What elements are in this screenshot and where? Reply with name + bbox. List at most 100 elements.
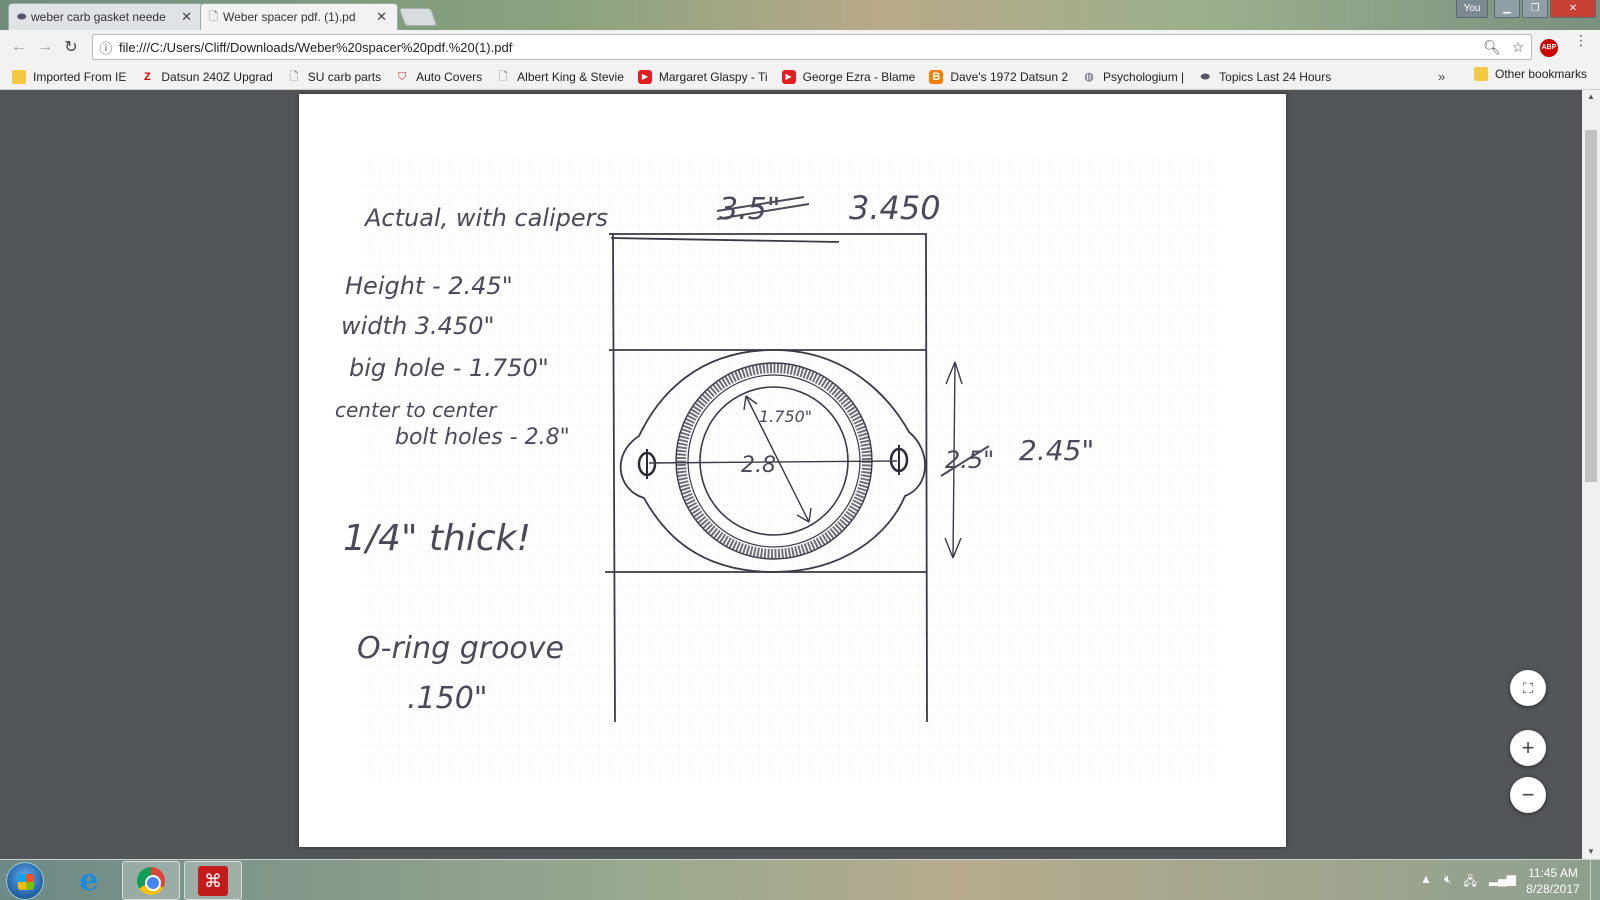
scroll-thumb[interactable] bbox=[1585, 130, 1597, 482]
acrobat-icon: ⌘ bbox=[198, 866, 228, 896]
profile-button[interactable]: You bbox=[1456, 0, 1488, 18]
width-value-text: 3.450 bbox=[849, 189, 941, 227]
zoom-out-button[interactable]: − bbox=[1510, 777, 1546, 813]
volume-muted-icon[interactable]: 🔇︎ bbox=[1444, 872, 1452, 893]
chrome-icon bbox=[137, 867, 165, 895]
tab-weber-carb-gasket[interactable]: ⬬ weber carb gasket neede ✕ bbox=[8, 3, 203, 30]
fit-page-button[interactable]: ⛶ bbox=[1510, 670, 1546, 706]
drawing-title: Actual, with calipers bbox=[363, 204, 608, 232]
pdf-viewer: Actual, with calipers 3.5" 3.450 Height … bbox=[0, 90, 1600, 859]
bookmark-margaret-glaspy[interactable]: ▶ Margaret Glaspy - Ti bbox=[637, 69, 768, 84]
note-width: width 3.450" bbox=[341, 312, 495, 340]
folder-icon bbox=[12, 69, 26, 84]
bookmark-auto-covers[interactable]: ⛉ Auto Covers bbox=[395, 70, 482, 84]
graph-paper-grid bbox=[362, 156, 1219, 784]
show-desktop-button[interactable] bbox=[1590, 860, 1600, 900]
bookmark-label: Albert King & Stevie bbox=[517, 69, 624, 84]
oring-value: .150" bbox=[407, 681, 488, 716]
tab-title: weber carb gasket neede bbox=[31, 10, 166, 24]
forward-button[interactable]: → bbox=[32, 38, 58, 56]
bookmarks-bar: Imported From IE Z Datsun 240Z Upgrad 🗋 … bbox=[0, 64, 1600, 90]
bookmark-george-ezra[interactable]: ▶ George Ezra - Blame bbox=[781, 69, 916, 84]
bookmark-albert-king[interactable]: 🗋 Albert King & Stevie bbox=[496, 70, 624, 84]
windows-logo-icon bbox=[18, 874, 34, 890]
thickness-note: 1/4" thick! bbox=[343, 518, 531, 559]
bookmark-label: Auto Covers bbox=[416, 69, 483, 84]
close-icon[interactable]: ✕ bbox=[376, 9, 387, 25]
bookmark-label: George Ezra - Blame bbox=[802, 69, 916, 84]
page-icon: 🗋 bbox=[209, 11, 218, 23]
bookmark-su-carb-parts[interactable]: 🗋 SU carb parts bbox=[287, 70, 381, 84]
bookmark-datsun-240z[interactable]: Z Datsun 240Z Upgrad bbox=[140, 69, 273, 84]
height-value-text: 2.45" bbox=[1019, 434, 1094, 467]
oval-icon: ⬬ bbox=[1200, 70, 1210, 83]
oring-label: O-ring groove bbox=[357, 631, 564, 666]
start-button[interactable] bbox=[6, 862, 44, 900]
tray-expand-icon[interactable]: ▲ bbox=[1420, 872, 1432, 893]
close-window-button[interactable]: ✕ bbox=[1550, 0, 1596, 18]
network-icon[interactable]: 🖧 bbox=[1463, 872, 1476, 893]
bookmark-label: Imported From IE bbox=[33, 69, 127, 84]
taskbar-acrobat[interactable]: ⌘ bbox=[184, 861, 242, 900]
minimize-button[interactable]: ▁ bbox=[1494, 0, 1520, 18]
bookmark-label: Margaret Glaspy - Ti bbox=[658, 69, 768, 84]
bookmark-topics-last-24[interactable]: ⬬ Topics Last 24 Hours bbox=[1198, 70, 1331, 84]
system-clock[interactable]: 11:45 AM 8/28/2017 bbox=[1520, 865, 1586, 897]
new-tab-button[interactable] bbox=[398, 8, 438, 26]
taskbar-internet-explorer[interactable]: e bbox=[60, 861, 118, 900]
window-controls: You ▁ ❐ ✕ bbox=[1456, 0, 1596, 18]
datsun-icon: Z bbox=[143, 70, 151, 83]
back-button[interactable]: ← bbox=[6, 38, 32, 56]
bookmark-label: Topics Last 24 Hours bbox=[1219, 69, 1332, 84]
close-icon[interactable]: ✕ bbox=[181, 9, 192, 25]
other-bookmarks[interactable]: Other bookmarks bbox=[1474, 67, 1587, 81]
browser-toolbar: ← → ↻ ⓘ file:///C:/Users/Cliff/Downloads… bbox=[0, 30, 1600, 64]
forum-icon: ⬬ bbox=[17, 11, 27, 23]
psychologium-icon: ◍ bbox=[1084, 70, 1094, 83]
zoom-in-button[interactable]: + bbox=[1510, 730, 1546, 766]
tab-strip: ⬬ weber carb gasket neede ✕ 🗋 Weber spac… bbox=[0, 0, 1600, 30]
bookmarks-overflow-button[interactable]: » bbox=[1438, 69, 1445, 84]
info-icon[interactable]: ⓘ bbox=[93, 38, 119, 57]
windows-taskbar: e ⌘ ▲ 🔇︎ 🖧 ▂▄▆ 11:45 AM 8/28/2017 bbox=[0, 859, 1600, 900]
vertical-scrollbar[interactable]: ▲ ▼ bbox=[1582, 90, 1600, 859]
clock-date: 8/28/2017 bbox=[1526, 882, 1580, 896]
bookmark-label: Psychologium | bbox=[1103, 69, 1185, 84]
folder-icon bbox=[1474, 67, 1488, 81]
menu-icon[interactable]: ⋮ bbox=[1574, 33, 1588, 47]
bookmark-label: SU carb parts bbox=[307, 69, 382, 84]
adblock-icon[interactable]: ABP bbox=[1540, 39, 1558, 57]
url-text[interactable]: file:///C:/Users/Cliff/Downloads/Weber%2… bbox=[119, 40, 1479, 55]
tab-weber-spacer-pdf[interactable]: 🗋 Weber spacer pdf. (1).pd ✕ bbox=[200, 3, 398, 30]
maximize-button[interactable]: ❐ bbox=[1522, 0, 1548, 18]
hole-label: 1.750" bbox=[759, 407, 812, 426]
address-bar[interactable]: ⓘ file:///C:/Users/Cliff/Downloads/Weber… bbox=[92, 34, 1532, 60]
bookmark-label: Datsun 240Z Upgrad bbox=[161, 69, 273, 84]
page-icon: 🗋 bbox=[289, 70, 299, 83]
scroll-up-arrow[interactable]: ▲ bbox=[1582, 90, 1600, 104]
scroll-down-arrow[interactable]: ▼ bbox=[1582, 845, 1600, 859]
star-icon[interactable]: ☆ bbox=[1505, 39, 1531, 56]
bookmark-imported-from-ie[interactable]: Imported From IE bbox=[12, 69, 127, 84]
tab-title: Weber spacer pdf. (1).pd bbox=[223, 10, 356, 24]
blogger-icon: B bbox=[929, 69, 944, 84]
internet-explorer-icon: e bbox=[79, 863, 99, 898]
sketch-drawing: Actual, with calipers 3.5" 3.450 Height … bbox=[335, 156, 1219, 784]
note-big-hole: big hole - 1.750" bbox=[349, 354, 549, 382]
youtube-icon: ▶ bbox=[781, 69, 796, 84]
taskbar-chrome[interactable] bbox=[122, 861, 180, 900]
bookmark-psychologium[interactable]: ◍ Psychologium | bbox=[1082, 70, 1184, 84]
youtube-icon: ▶ bbox=[637, 69, 652, 84]
signal-icon[interactable]: ▂▄▆ bbox=[1489, 872, 1516, 893]
bookmark-label: Dave's 1972 Datsun 2 bbox=[950, 69, 1069, 84]
bookmark-daves-datsun[interactable]: B Dave's 1972 Datsun 2 bbox=[929, 69, 1069, 84]
zoom-icon[interactable]: 🔍︎ bbox=[1479, 39, 1505, 56]
note-center-to-center: center to center bbox=[335, 398, 498, 422]
page-icon: 🗋 bbox=[498, 70, 508, 83]
pdf-page: Actual, with calipers 3.5" 3.450 Height … bbox=[299, 94, 1286, 847]
shield-icon: ⛉ bbox=[398, 70, 407, 83]
note-height: Height - 2.45" bbox=[345, 272, 513, 300]
reload-button[interactable]: ↻ bbox=[58, 37, 84, 57]
clock-time: 11:45 AM bbox=[1528, 866, 1578, 880]
system-tray: ▲ 🔇︎ 🖧 ▂▄▆ bbox=[1420, 872, 1516, 893]
